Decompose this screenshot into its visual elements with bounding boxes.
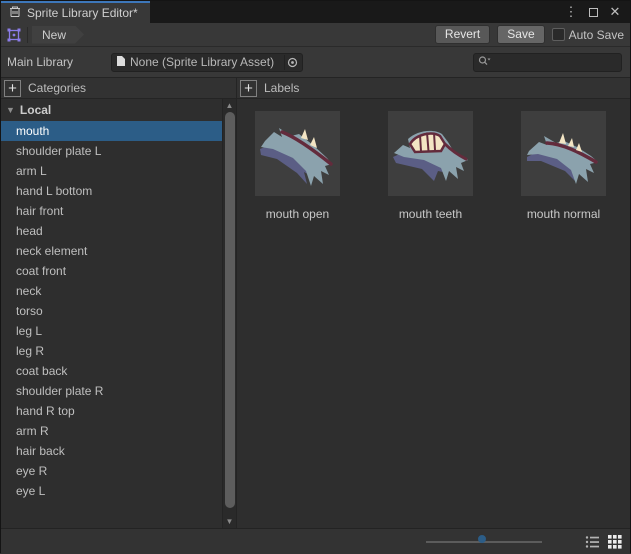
search-input[interactable]	[493, 55, 617, 69]
labels-header: + Labels	[237, 78, 630, 98]
labels-panel: mouth open mouth teeth	[237, 99, 630, 528]
sprite-library-asset-icon	[1, 27, 27, 43]
add-label-button[interactable]: +	[240, 80, 257, 97]
label-tiles: mouth open mouth teeth	[255, 111, 630, 221]
save-button[interactable]: Save	[497, 25, 544, 44]
categories-header-label: Categories	[28, 81, 86, 95]
category-item-leg-r[interactable]: leg R	[1, 341, 222, 361]
category-item-arm-r[interactable]: arm R	[1, 421, 222, 441]
tab-title: Sprite Library Editor*	[27, 6, 138, 20]
toolbar: New Revert Save Auto Save	[1, 23, 630, 47]
category-item-mouth[interactable]: mouth	[1, 121, 222, 141]
labels-header-label: Labels	[264, 81, 299, 95]
category-item-head[interactable]: head	[1, 221, 222, 241]
category-item-hand-l-bottom[interactable]: hand L bottom	[1, 181, 222, 201]
main-library-row: Main Library None (Sprite Library Asset)	[1, 47, 630, 78]
local-foldout[interactable]: ▼ Local	[1, 99, 222, 121]
object-field-value: None (Sprite Library Asset)	[130, 55, 280, 69]
maximize-icon[interactable]	[584, 3, 602, 21]
search-field[interactable]	[473, 53, 622, 72]
label-name: mouth open	[266, 207, 329, 221]
categories-panel: ▼ Local mouth shoulder plate L arm L han…	[1, 99, 237, 528]
main-library-object-field[interactable]: None (Sprite Library Asset)	[111, 53, 303, 72]
list-view-icon[interactable]	[584, 534, 600, 550]
sprite-thumbnail-mouth-normal	[521, 111, 606, 196]
sprite-library-tab-icon	[8, 5, 22, 22]
label-name: mouth teeth	[399, 207, 462, 221]
category-list: ▼ Local mouth shoulder plate L arm L han…	[1, 99, 222, 528]
category-item-arm-l[interactable]: arm L	[1, 161, 222, 181]
search-icon	[478, 55, 491, 70]
scrollbar-thumb[interactable]	[225, 112, 235, 508]
auto-save-checkbox[interactable]	[552, 28, 565, 41]
category-item-eye-r[interactable]: eye R	[1, 461, 222, 481]
kebab-menu-icon[interactable]: ⋮	[562, 3, 580, 21]
breadcrumb-label: New	[42, 28, 66, 42]
bottom-bar	[1, 528, 630, 554]
add-category-button[interactable]: +	[4, 80, 21, 97]
categories-header: + Categories	[1, 78, 237, 98]
scrollbar-up-icon[interactable]: ▲	[223, 100, 236, 111]
category-item-neck[interactable]: neck	[1, 281, 222, 301]
category-item-coat-front[interactable]: coat front	[1, 261, 222, 281]
asset-file-icon	[116, 55, 126, 70]
scrollbar-down-icon[interactable]: ▼	[223, 516, 236, 527]
category-item-leg-l[interactable]: leg L	[1, 321, 222, 341]
thumbnail-size-slider[interactable]	[426, 535, 542, 549]
toolbar-separator	[27, 27, 28, 43]
category-item-hair-front[interactable]: hair front	[1, 201, 222, 221]
tab-sprite-library-editor[interactable]: Sprite Library Editor*	[1, 1, 150, 23]
chevron-down-icon: ▼	[6, 105, 15, 115]
panel-headers: + Categories + Labels	[1, 78, 630, 99]
category-item-torso[interactable]: torso	[1, 301, 222, 321]
category-item-hair-back[interactable]: hair back	[1, 441, 222, 461]
label-tile-mouth-teeth[interactable]: mouth teeth	[388, 111, 473, 221]
sprite-thumbnail-mouth-open	[255, 111, 340, 196]
breadcrumb-new[interactable]: New	[32, 26, 84, 44]
category-item-eye-l[interactable]: eye L	[1, 481, 222, 501]
categories-scrollbar[interactable]: ▲ ▼	[222, 99, 236, 528]
auto-save-label: Auto Save	[569, 28, 624, 42]
object-picker-icon[interactable]	[284, 55, 300, 70]
local-foldout-label: Local	[20, 103, 51, 117]
label-tile-mouth-open[interactable]: mouth open	[255, 111, 340, 221]
category-item-hand-r-top[interactable]: hand R top	[1, 401, 222, 421]
category-item-shoulder-plate-l[interactable]: shoulder plate L	[1, 141, 222, 161]
category-item-neck-element[interactable]: neck element	[1, 241, 222, 261]
label-tile-mouth-normal[interactable]: mouth normal	[521, 111, 606, 221]
close-icon[interactable]: ✕	[606, 3, 624, 21]
slider-thumb[interactable]	[478, 535, 486, 543]
sprite-thumbnail-mouth-teeth	[388, 111, 473, 196]
category-item-coat-back[interactable]: coat back	[1, 361, 222, 381]
title-bar: Sprite Library Editor* ⋮ ✕	[1, 1, 630, 23]
main-library-label: Main Library	[7, 55, 111, 69]
revert-button[interactable]: Revert	[435, 25, 490, 44]
scrollbar-track[interactable]	[223, 111, 236, 516]
grid-view-icon[interactable]	[607, 534, 623, 550]
content-area: ▼ Local mouth shoulder plate L arm L han…	[1, 99, 630, 528]
category-item-shoulder-plate-r[interactable]: shoulder plate R	[1, 381, 222, 401]
label-name: mouth normal	[527, 207, 600, 221]
window-controls: ⋮ ✕	[562, 1, 630, 23]
